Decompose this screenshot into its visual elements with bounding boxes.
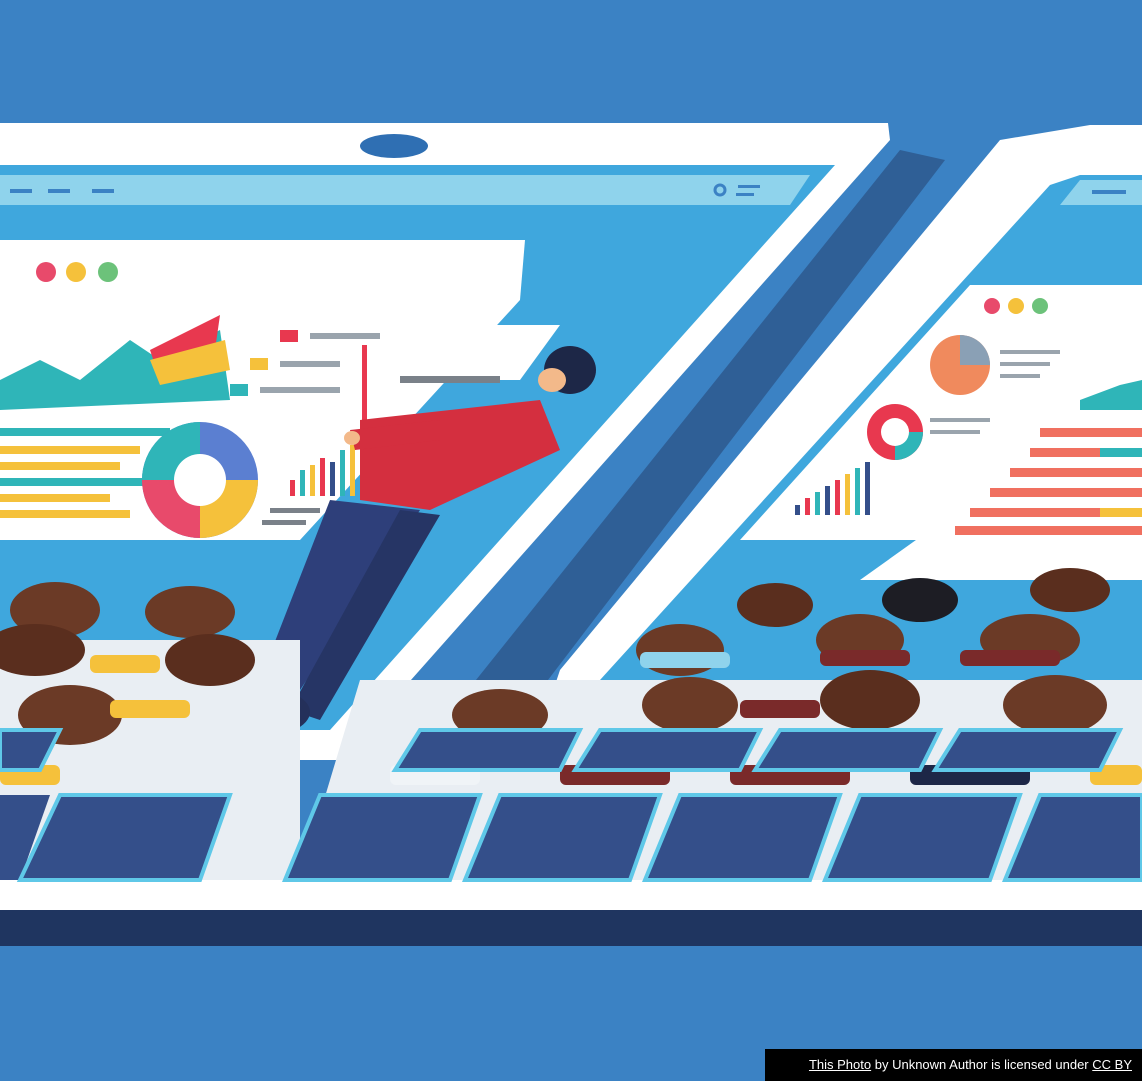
legend-item: [280, 330, 298, 342]
bar-line: [1010, 468, 1142, 477]
legend-item: [280, 361, 340, 367]
window-dot-red: [984, 298, 1000, 314]
ring-chart: [867, 404, 923, 460]
bar-line: [0, 446, 140, 454]
camera-notch: [360, 134, 428, 158]
bar-line: [1040, 428, 1142, 437]
bar-line: [0, 510, 130, 518]
presentation-illustration: [0, 0, 1142, 1081]
window-dot-green: [98, 262, 118, 282]
legend-item: [930, 418, 990, 422]
floor-shadow: [0, 910, 1142, 946]
left-browser-bar: [0, 175, 810, 205]
legend-item: [260, 387, 340, 393]
legend-item: [1000, 350, 1060, 354]
bar-line: [0, 478, 150, 486]
license-link[interactable]: CC BY: [1092, 1057, 1132, 1072]
hamburger-icon: [736, 193, 754, 196]
bar-line: [0, 462, 120, 470]
menu-dash: [48, 189, 70, 193]
donut-chart: [142, 422, 258, 538]
bar-line: [955, 526, 1142, 535]
legend-item: [230, 384, 248, 396]
legend-item: [1000, 362, 1050, 366]
menu-dash: [92, 189, 114, 193]
legend-item: [1000, 374, 1040, 378]
menu-dash: [10, 189, 32, 193]
window-dot-red: [36, 262, 56, 282]
bar-line: [0, 494, 110, 502]
attribution-banner: This Photo by Unknown Author is licensed…: [765, 1049, 1142, 1081]
window-dot-yellow: [66, 262, 86, 282]
legend-item: [400, 376, 500, 383]
stage: This Photo by Unknown Author is licensed…: [0, 0, 1142, 1081]
photo-link[interactable]: This Photo: [809, 1057, 871, 1072]
floor-base: [0, 880, 1142, 910]
attribution-text: by Unknown Author is licensed under: [871, 1057, 1093, 1072]
window-dot-yellow: [1008, 298, 1024, 314]
hamburger-icon: [738, 185, 760, 188]
caption-line: [270, 508, 320, 513]
legend-item: [250, 358, 268, 370]
bar-line: [0, 428, 170, 436]
menu-dash: [1092, 190, 1126, 194]
legend-item: [930, 430, 980, 434]
bar-line: [1100, 508, 1142, 517]
bar-line: [1100, 448, 1142, 457]
bar-line: [990, 488, 1142, 497]
caption-line: [262, 520, 306, 525]
pie-chart: [930, 335, 990, 395]
window-dot-green: [1032, 298, 1048, 314]
